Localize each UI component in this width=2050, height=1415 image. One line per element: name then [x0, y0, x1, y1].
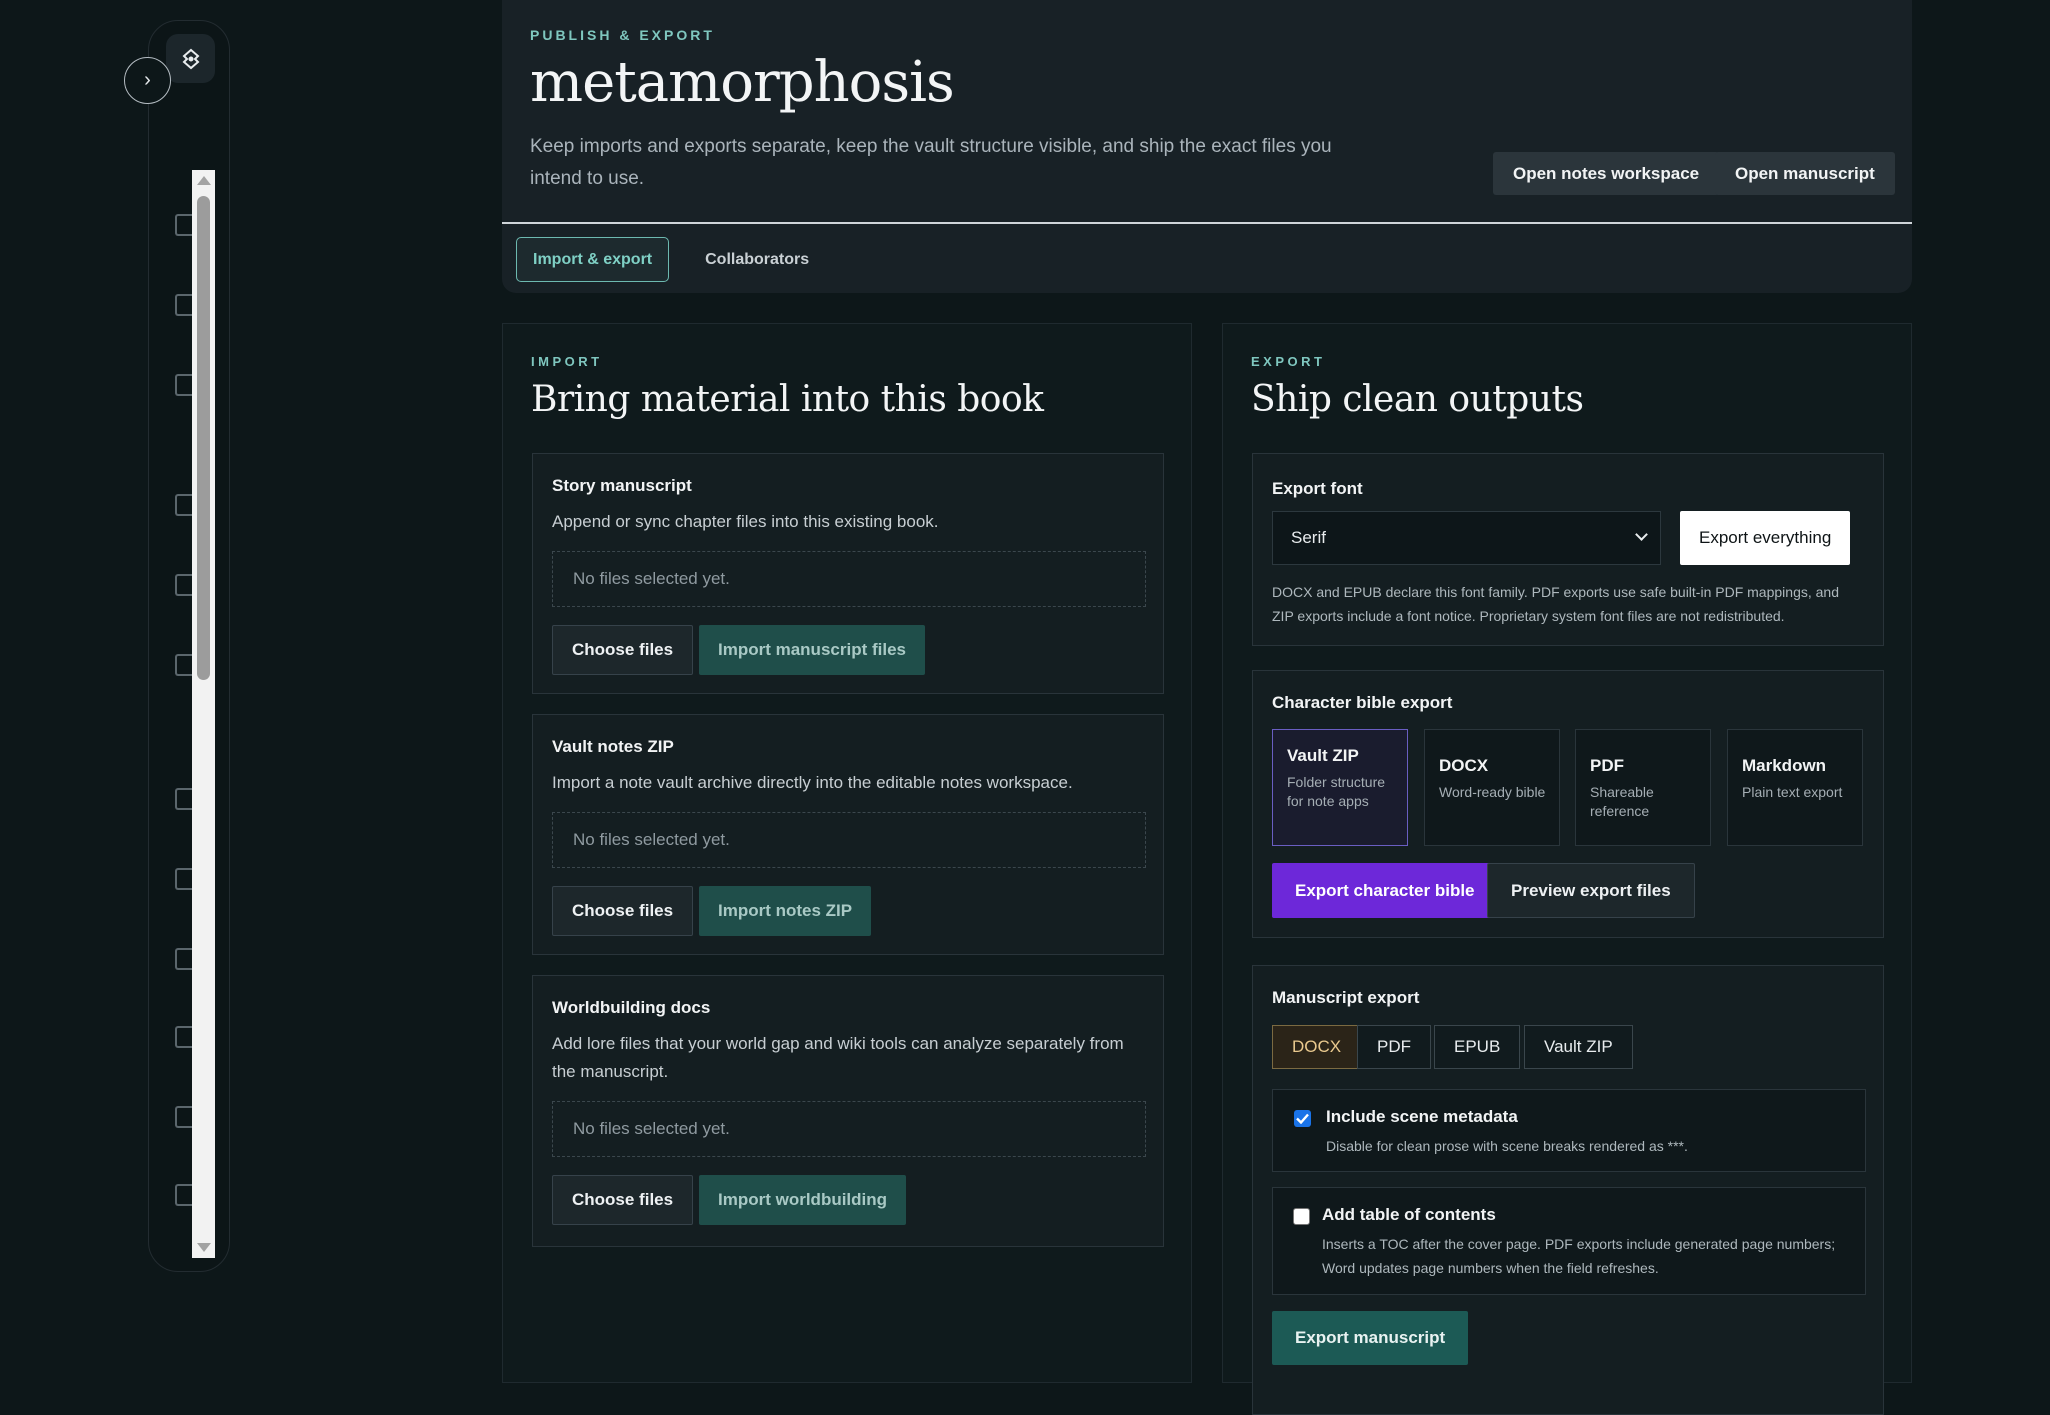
globe-icon[interactable]: [175, 868, 193, 890]
tab-bar: Import & export Collaborators: [516, 237, 825, 282]
worldbuilding-docs-card: Worldbuilding docs Add lore files that y…: [532, 975, 1164, 1247]
selected-font: Serif: [1291, 528, 1326, 547]
open-manuscript-button[interactable]: Open manuscript: [1715, 152, 1895, 195]
format-desc: Plain text export: [1742, 784, 1843, 800]
format-vault-zip[interactable]: Vault ZIP Folder structure for note apps: [1272, 729, 1408, 846]
format-desc: Folder structure for note apps: [1287, 774, 1386, 809]
character-bible-card: Character bible export Vault ZIP Folder …: [1252, 670, 1884, 938]
preview-export-files-button[interactable]: Preview export files: [1487, 863, 1695, 918]
format-docx-pill[interactable]: DOCX: [1272, 1025, 1362, 1069]
manuscript-export-label: Manuscript export: [1272, 988, 1420, 1007]
tab-collaborators[interactable]: Collaborators: [689, 237, 825, 282]
vault-notes-zip-card: Vault notes ZIP Import a note vault arch…: [532, 714, 1164, 955]
import-worldbuilding-button[interactable]: Import worldbuilding: [699, 1175, 907, 1225]
file-dropzone[interactable]: No files selected yet.: [552, 1101, 1146, 1157]
map-icon[interactable]: [175, 948, 193, 970]
file-dropzone[interactable]: No files selected yet.: [552, 812, 1146, 868]
import-eyebrow: IMPORT: [531, 354, 603, 369]
import-title: Bring material into this book: [531, 379, 1044, 420]
export-font-label: Export font: [1272, 479, 1363, 498]
choose-files-button[interactable]: Choose files: [552, 625, 694, 675]
format-epub-pill[interactable]: EPUB: [1434, 1025, 1521, 1069]
manuscript-export-card: Manuscript export DOCX PDF EPUB Vault ZI…: [1252, 965, 1884, 1415]
scene-metadata-option: Include scene metadata Disable for clean…: [1272, 1089, 1866, 1172]
format-docx[interactable]: DOCX Word-ready bible: [1424, 729, 1560, 846]
choose-files-button[interactable]: Choose files: [552, 886, 694, 936]
scroll-up-arrow-icon[interactable]: [197, 176, 211, 185]
card-description: Import a note vault archive directly int…: [552, 773, 1073, 792]
check-icon: [1296, 1113, 1309, 1124]
format-pdf-pill[interactable]: PDF: [1357, 1025, 1431, 1069]
user-icon[interactable]: [175, 788, 193, 810]
choose-files-button[interactable]: Choose files: [552, 1175, 694, 1225]
format-desc: Shareable reference: [1590, 784, 1654, 819]
notes-icon[interactable]: [175, 294, 193, 316]
chevron-down-icon: [1635, 528, 1648, 541]
character-bible-label: Character bible export: [1272, 693, 1453, 712]
export-everything-button[interactable]: Export everything: [1680, 511, 1851, 565]
import-notes-zip-button[interactable]: Import notes ZIP: [699, 886, 872, 936]
scroll-down-arrow-icon[interactable]: [197, 1243, 211, 1252]
card-title: Story manuscript: [552, 476, 692, 495]
export-manuscript-button[interactable]: Export manuscript: [1272, 1311, 1469, 1365]
import-panel: IMPORT Bring material into this book Sto…: [502, 323, 1192, 1383]
page-header: PUBLISH & EXPORT metamorphosis Keep impo…: [502, 0, 1912, 293]
sidebar-rail: [148, 20, 230, 1272]
page-subtitle: Keep imports and exports separate, keep …: [530, 136, 1332, 189]
format-name: Vault ZIP: [1287, 746, 1359, 765]
export-font-select[interactable]: Serif: [1272, 511, 1661, 565]
card-description: Add lore files that your world gap and w…: [552, 1034, 1124, 1081]
file-dropzone[interactable]: No files selected yet.: [552, 551, 1146, 607]
format-vault-zip-pill[interactable]: Vault ZIP: [1524, 1025, 1633, 1069]
chevron-right-icon: ›: [144, 69, 151, 91]
card-description: Append or sync chapter files into this e…: [552, 512, 939, 531]
app-logo-icon[interactable]: [166, 34, 215, 83]
option-desc: Inserts a TOC after the cover page. PDF …: [1322, 1236, 1836, 1276]
book-icon[interactable]: [175, 574, 193, 596]
scene-metadata-checkbox[interactable]: [1294, 1110, 1311, 1127]
format-name: DOCX: [1439, 756, 1489, 775]
card-title: Worldbuilding docs: [552, 998, 711, 1017]
document-icon[interactable]: [175, 214, 193, 236]
export-character-bible-button[interactable]: Export character bible: [1272, 863, 1498, 918]
sidebar-scrollbar[interactable]: [192, 170, 215, 1258]
table-of-contents-option: Add table of contents Inserts a TOC afte…: [1272, 1187, 1866, 1295]
export-title: Ship clean outputs: [1251, 379, 1584, 420]
option-title: Add table of contents: [1322, 1205, 1496, 1224]
format-name: PDF: [1590, 756, 1624, 775]
option-desc: Disable for clean prose with scene break…: [1326, 1138, 1688, 1154]
expand-sidebar-button[interactable]: ›: [124, 57, 171, 104]
card-title: Vault notes ZIP: [552, 737, 674, 756]
export-icon[interactable]: [175, 1106, 193, 1128]
tab-import-export[interactable]: Import & export: [516, 237, 670, 282]
header-eyebrow: PUBLISH & EXPORT: [530, 27, 715, 43]
export-panel: EXPORT Ship clean outputs Export font Se…: [1222, 323, 1912, 1415]
chart-icon[interactable]: [175, 1026, 193, 1048]
font-note: DOCX and EPUB declare this font family. …: [1272, 584, 1839, 624]
list-icon[interactable]: [175, 374, 193, 396]
import-manuscript-files-button[interactable]: Import manuscript files: [699, 625, 925, 675]
export-font-card: Export font Serif Export everything DOCX…: [1252, 453, 1884, 646]
option-title: Include scene metadata: [1326, 1107, 1518, 1126]
format-name: Markdown: [1742, 756, 1827, 775]
table-of-contents-checkbox[interactable]: [1293, 1208, 1310, 1225]
format-desc: Word-ready bible: [1439, 784, 1546, 800]
pen-icon[interactable]: [175, 494, 193, 516]
story-manuscript-card: Story manuscript Append or sync chapter …: [532, 453, 1164, 694]
export-eyebrow: EXPORT: [1251, 354, 1326, 369]
page-title: metamorphosis: [530, 50, 955, 115]
page-icon[interactable]: [175, 654, 193, 676]
open-notes-workspace-button[interactable]: Open notes workspace: [1493, 152, 1720, 195]
scrollbar-thumb[interactable]: [197, 196, 210, 680]
format-pdf[interactable]: PDF Shareable reference: [1575, 729, 1711, 846]
format-markdown[interactable]: Markdown Plain text export: [1727, 729, 1863, 846]
settings-icon[interactable]: [175, 1184, 193, 1206]
